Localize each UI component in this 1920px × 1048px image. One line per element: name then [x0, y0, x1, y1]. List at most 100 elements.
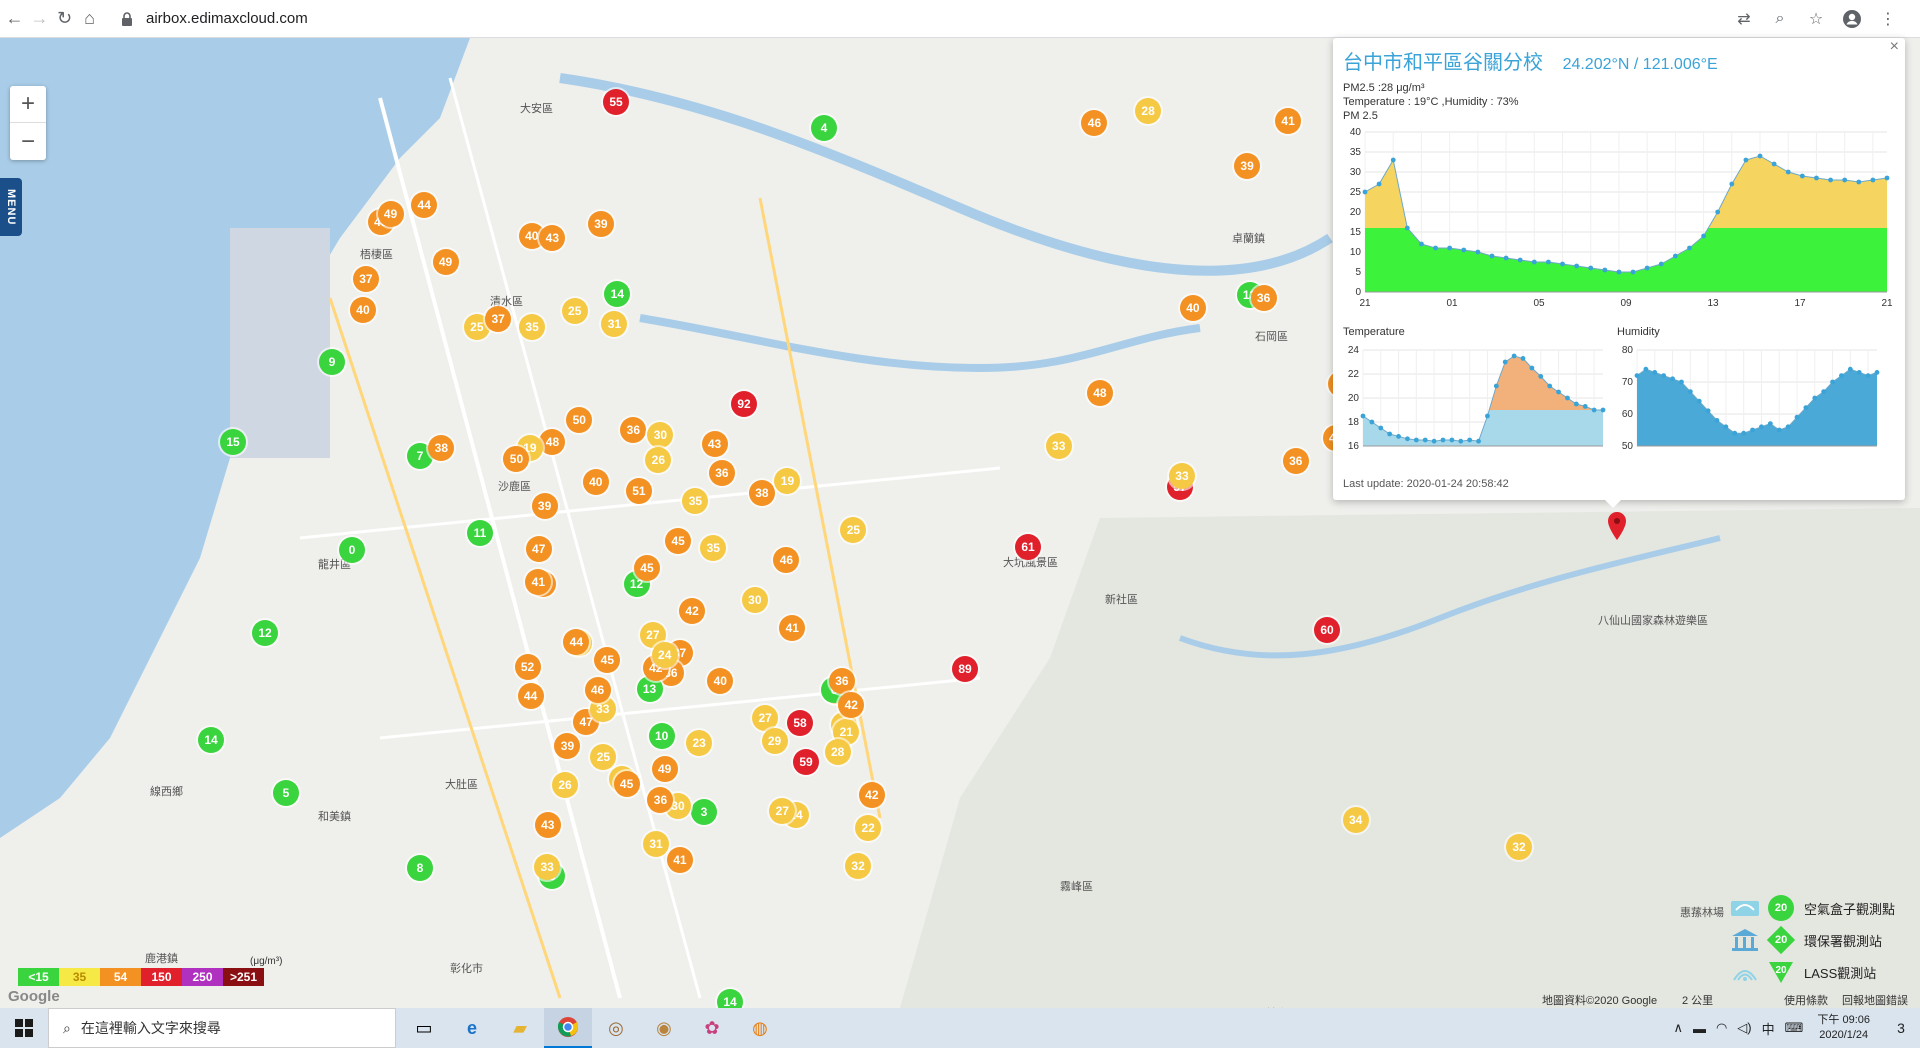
airbox-station-marker[interactable]: 14 [717, 989, 743, 1008]
airbox-station-marker[interactable]: 60 [1314, 617, 1340, 643]
app-icon-mascot[interactable]: ◉ [640, 1008, 688, 1048]
translate-icon[interactable]: ⇄ [1730, 5, 1758, 33]
airbox-station-marker[interactable]: 51 [625, 477, 652, 504]
airbox-station-marker[interactable]: 40 [349, 296, 376, 323]
bookmark-star-icon[interactable]: ☆ [1802, 5, 1830, 33]
taskbar-clock[interactable]: 下午 09:06 2020/1/24 [1817, 1013, 1870, 1043]
airbox-station-marker[interactable]: 19 [774, 467, 801, 494]
airbox-station-marker[interactable]: 59 [793, 749, 819, 775]
back-arrow-icon[interactable]: ← [4, 3, 25, 35]
airbox-station-marker[interactable]: 11 [467, 520, 493, 546]
airbox-station-marker[interactable]: 41 [1275, 107, 1302, 134]
airbox-station-marker[interactable]: 9 [319, 349, 345, 375]
task-view-icon[interactable]: ▭ [400, 1008, 448, 1048]
airbox-station-marker[interactable]: 22 [855, 814, 882, 841]
wifi-icon[interactable]: ◠ [1716, 1020, 1727, 1036]
airbox-station-marker[interactable]: 30 [647, 421, 674, 448]
airbox-station-marker[interactable]: 39 [531, 492, 558, 519]
map-terms-link[interactable]: 使用條款 [1784, 992, 1828, 1008]
airbox-station-marker[interactable]: 24 [651, 641, 678, 668]
zoom-icon[interactable]: ⌕ [1766, 5, 1794, 33]
airbox-station-marker[interactable]: 43 [534, 812, 561, 839]
profile-icon[interactable] [1838, 5, 1866, 33]
airbox-station-marker[interactable]: 92 [731, 391, 757, 417]
airbox-station-marker[interactable]: 5 [273, 780, 299, 806]
airbox-station-marker[interactable]: 4 [811, 115, 837, 141]
app-icon-compass[interactable]: ◎ [592, 1008, 640, 1048]
airbox-station-marker[interactable]: 36 [1282, 447, 1309, 474]
airbox-station-marker[interactable]: 42 [858, 781, 885, 808]
airbox-station-marker[interactable]: 40 [707, 667, 734, 694]
airbox-station-marker[interactable]: 37 [352, 266, 379, 293]
airbox-station-marker[interactable]: 34 [1342, 806, 1369, 833]
airbox-station-marker[interactable]: 33 [1045, 433, 1072, 460]
windows-start-icon[interactable] [0, 1008, 48, 1048]
airbox-station-marker[interactable]: 43 [701, 431, 728, 458]
airbox-station-marker[interactable]: 49 [651, 756, 678, 783]
airbox-station-marker[interactable]: 10 [648, 722, 675, 749]
airbox-station-marker[interactable]: 41 [779, 614, 806, 641]
airbox-station-marker[interactable]: 37 [485, 305, 512, 332]
airbox-station-marker[interactable]: 42 [679, 597, 706, 624]
taskbar-search-box[interactable]: ⌕ 在這裡輸入文字來搜尋 [48, 1008, 396, 1048]
airbox-station-marker[interactable]: 33 [1168, 462, 1195, 489]
airbox-station-marker[interactable]: 49 [432, 249, 459, 276]
airbox-station-marker[interactable]: 49 [377, 201, 404, 228]
airbox-station-marker[interactable]: 41 [666, 846, 693, 873]
airbox-station-marker[interactable]: 3 [691, 799, 717, 825]
airbox-station-marker[interactable]: 61 [1015, 534, 1041, 560]
map-report-link[interactable]: 回報地圖錯誤 [1842, 992, 1908, 1008]
airbox-station-marker[interactable]: 28 [824, 739, 851, 766]
airbox-station-marker[interactable]: 89 [952, 656, 978, 682]
airbox-station-marker[interactable]: 30 [741, 587, 768, 614]
airbox-station-marker[interactable]: 41 [525, 568, 552, 595]
airbox-station-marker[interactable]: 45 [633, 554, 660, 581]
chevron-up-icon[interactable]: ∧ [1673, 1020, 1683, 1036]
airbox-station-marker[interactable]: 8 [407, 855, 433, 881]
airbox-station-marker[interactable]: 39 [587, 210, 614, 237]
airbox-station-marker[interactable]: 36 [708, 460, 735, 487]
airbox-station-marker[interactable]: 42 [838, 691, 865, 718]
location-pin-icon[interactable] [1607, 512, 1627, 542]
airbox-station-marker[interactable]: 52 [514, 654, 541, 681]
airbox-station-marker[interactable]: 45 [613, 770, 640, 797]
airbox-station-marker[interactable]: 48 [1086, 379, 1113, 406]
keyboard-icon[interactable]: ⌨ [1785, 1020, 1804, 1036]
ime-indicator[interactable]: 中 [1762, 1019, 1775, 1038]
forward-arrow-icon[interactable]: → [29, 3, 50, 35]
airbox-station-marker[interactable]: 38 [748, 479, 775, 506]
airbox-station-marker[interactable]: 44 [517, 683, 544, 710]
airbox-station-marker[interactable]: 40 [1179, 295, 1206, 322]
notification-icon[interactable]: 3 [1882, 1008, 1920, 1048]
battery-icon[interactable]: ▬ [1693, 1021, 1706, 1036]
menu-tab[interactable]: MENU [0, 178, 22, 236]
close-icon[interactable]: × [1890, 38, 1899, 56]
airbox-station-marker[interactable]: 39 [1234, 152, 1261, 179]
reload-icon[interactable]: ↻ [54, 3, 75, 35]
airbox-station-marker[interactable]: 58 [787, 710, 813, 736]
zoom-in-button[interactable]: + [10, 86, 46, 123]
kebab-menu-icon[interactable]: ⋮ [1874, 5, 1902, 33]
airbox-station-marker[interactable]: 36 [1250, 284, 1277, 311]
airbox-station-marker[interactable]: 47 [525, 535, 552, 562]
address-bar[interactable]: airbox.edimaxcloud.com [110, 4, 1730, 34]
airbox-station-marker[interactable]: 25 [561, 297, 588, 324]
airbox-station-marker[interactable]: 32 [1506, 834, 1533, 861]
airbox-station-marker[interactable]: 55 [603, 89, 629, 115]
volume-icon[interactable]: ◁) [1737, 1020, 1751, 1036]
airbox-station-marker[interactable]: 27 [752, 704, 779, 731]
map-scale[interactable]: 2 公里 [1682, 992, 1713, 1008]
airbox-station-marker[interactable]: 0 [339, 537, 365, 563]
app-icon-paint[interactable]: ✿ [688, 1008, 736, 1048]
airbox-station-marker[interactable]: 38 [428, 434, 455, 461]
edge-icon[interactable]: e [448, 1008, 496, 1048]
airbox-station-marker[interactable]: 15 [220, 429, 246, 455]
app-icon-blender[interactable]: ◍ [736, 1008, 784, 1048]
airbox-station-marker[interactable]: 12 [252, 620, 278, 646]
file-explorer-icon[interactable]: ▰ [496, 1008, 544, 1048]
home-icon[interactable]: ⌂ [79, 3, 100, 35]
airbox-station-marker[interactable]: 14 [198, 727, 224, 753]
airbox-station-marker[interactable]: 29 [761, 727, 788, 754]
airbox-station-marker[interactable]: 26 [552, 771, 579, 798]
chrome-icon[interactable] [544, 1008, 592, 1048]
